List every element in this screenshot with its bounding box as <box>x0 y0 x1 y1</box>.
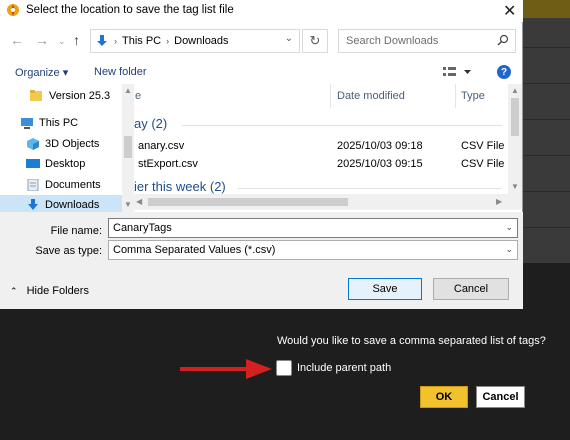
hide-folders-toggle[interactable]: ⌃ Hide Folders <box>10 285 89 297</box>
save-as-type-label: Save as type: <box>35 245 102 257</box>
file-list-vertical-scrollbar[interactable]: ▲ ▼ <box>508 84 522 194</box>
breadcrumb-this-pc[interactable]: This PC <box>122 35 161 47</box>
nav-item-version-25-3[interactable]: Version 25.3 <box>0 86 122 106</box>
file-name: anary.csv <box>138 140 185 152</box>
file-list: e Date modified ⌃ Type ay (2) anary.csv … <box>134 84 522 212</box>
downloads-icon <box>28 199 38 210</box>
search-input[interactable]: Search Downloads <box>338 29 516 53</box>
scroll-thumb[interactable] <box>511 98 519 136</box>
breadcrumb-downloads[interactable]: Downloads <box>174 35 228 47</box>
breadcrumb-separator-icon: › <box>166 36 170 46</box>
organize-menu[interactable]: Organize ▾ <box>15 66 68 79</box>
file-name-label: File name: <box>50 225 102 237</box>
file-name-dropdown-icon[interactable]: ⌄ <box>505 222 513 233</box>
forward-arrow-icon[interactable]: → <box>35 32 49 48</box>
navigation-pane-scrollbar[interactable]: ▲ ▼ <box>122 84 134 212</box>
folder-icon <box>30 90 42 101</box>
save-button[interactable]: Save <box>348 278 422 300</box>
prompt-cancel-button[interactable]: Cancel <box>476 386 525 408</box>
new-folder-button[interactable]: New folder <box>94 66 147 78</box>
include-parent-path-label: Include parent path <box>297 362 392 374</box>
scroll-thumb[interactable] <box>148 198 348 206</box>
nav-item-3d-objects[interactable]: 3D Objects <box>0 134 122 154</box>
hide-folders-label: Hide Folders <box>26 285 89 297</box>
scroll-down-icon[interactable]: ▼ <box>511 182 519 191</box>
scroll-down-icon[interactable]: ▼ <box>124 200 132 209</box>
scroll-right-icon[interactable]: ▶ <box>496 197 502 206</box>
nav-item-label: 3D Objects <box>45 138 100 150</box>
include-parent-path-option[interactable]: Include parent path <box>276 360 391 376</box>
search-placeholder: Search Downloads <box>346 35 439 47</box>
group-header-today[interactable]: ay (2) <box>134 116 167 131</box>
scroll-up-icon[interactable]: ▲ <box>124 86 132 95</box>
save-tags-question: Would you like to save a comma separated… <box>277 335 546 347</box>
column-separator[interactable] <box>330 84 331 108</box>
help-icon[interactable]: ? <box>497 65 511 79</box>
nav-item-label: Desktop <box>45 158 86 170</box>
save-as-type-value: Comma Separated Values (*.csv) <box>113 244 276 256</box>
address-bar[interactable]: › This PC › Downloads ⌄ <box>90 29 300 53</box>
ok-button[interactable]: OK <box>420 386 468 408</box>
save-as-type-dropdown-icon[interactable]: ⌄ <box>505 244 513 255</box>
navigation-bar: ← → ⌄ ↑ › This PC › Downloads ⌄ ↻ Search… <box>0 26 523 56</box>
app-header-strip <box>523 0 570 18</box>
red-arrow-annotation <box>180 359 272 379</box>
nav-item-downloads[interactable]: Downloads <box>0 195 122 212</box>
nav-item-label: Documents <box>45 179 101 191</box>
file-list-horizontal-scrollbar[interactable]: ◀ ▶ <box>134 194 522 210</box>
group-divider <box>238 188 502 189</box>
dialog-titlebar: Select the location to save the tag list… <box>0 0 523 22</box>
file-type: CSV File <box>461 140 505 152</box>
file-date: 2025/10/03 09:15 <box>337 158 423 170</box>
up-arrow-icon[interactable]: ↑ <box>73 32 80 48</box>
file-date: 2025/10/03 09:18 <box>337 140 423 152</box>
view-options-icon[interactable] <box>443 66 473 78</box>
group-header-earlier-this-week[interactable]: ier this week (2) <box>134 179 226 194</box>
chevron-up-icon: ⌃ <box>10 286 18 296</box>
close-icon[interactable]: ✕ <box>503 1 516 21</box>
scroll-left-icon[interactable]: ◀ <box>136 197 142 206</box>
computer-icon <box>21 118 33 129</box>
nav-item-label: This PC <box>39 117 79 129</box>
file-type: CSV File <box>461 158 505 170</box>
recent-locations-chevron-icon[interactable]: ⌄ <box>58 36 66 47</box>
command-bar: Organize ▾ New folder ? <box>0 60 523 84</box>
app-logo-icon <box>7 4 19 16</box>
scroll-up-icon[interactable]: ▲ <box>511 86 519 95</box>
desktop-icon <box>26 159 40 168</box>
save-file-dialog: Select the location to save the tag list… <box>0 0 523 309</box>
column-header-name[interactable]: e <box>135 90 141 102</box>
column-separator[interactable] <box>455 84 456 108</box>
breadcrumb-separator-icon: › <box>114 36 117 46</box>
sort-indicator-icon: ⌃ <box>384 84 392 90</box>
file-name-input[interactable]: CanaryTags ⌄ <box>108 218 518 238</box>
file-row[interactable]: stExport.csv 2025/10/03 09:15 CSV File <box>134 156 510 174</box>
back-arrow-icon[interactable]: ← <box>10 32 24 48</box>
save-options-panel: File name: CanaryTags ⌄ Save as type: Co… <box>0 212 523 309</box>
save-as-type-select[interactable]: Comma Separated Values (*.csv) ⌄ <box>108 240 518 260</box>
nav-item-documents[interactable]: Documents <box>0 175 122 195</box>
file-row[interactable]: anary.csv 2025/10/03 09:18 CSV File <box>134 138 510 156</box>
column-header-type[interactable]: Type <box>461 90 485 102</box>
nav-item-desktop[interactable]: Desktop <box>0 154 122 174</box>
scroll-thumb[interactable] <box>124 136 132 158</box>
nav-item-label: Downloads <box>45 199 100 211</box>
3d-objects-icon <box>27 138 39 150</box>
file-name: stExport.csv <box>138 158 198 170</box>
cancel-button[interactable]: Cancel <box>433 278 509 300</box>
group-divider <box>182 125 502 126</box>
documents-icon <box>27 179 39 191</box>
nav-item-label: Version 25.3 <box>49 90 111 102</box>
nav-item-this-pc[interactable]: This PC <box>0 113 122 133</box>
refresh-icon[interactable]: ↻ <box>302 29 328 53</box>
file-name-value: CanaryTags <box>113 222 172 234</box>
search-icon <box>497 34 509 46</box>
include-parent-path-checkbox[interactable] <box>276 360 292 376</box>
downloads-location-icon <box>97 35 107 46</box>
navigation-pane: Version 25.3 This PC 3D Objects Desktop … <box>0 84 134 212</box>
app-side-panel <box>523 18 570 264</box>
address-dropdown-icon[interactable]: ⌄ <box>285 33 293 44</box>
column-header-date-modified[interactable]: Date modified <box>337 90 405 102</box>
dialog-title: Select the location to save the tag list… <box>26 4 234 16</box>
